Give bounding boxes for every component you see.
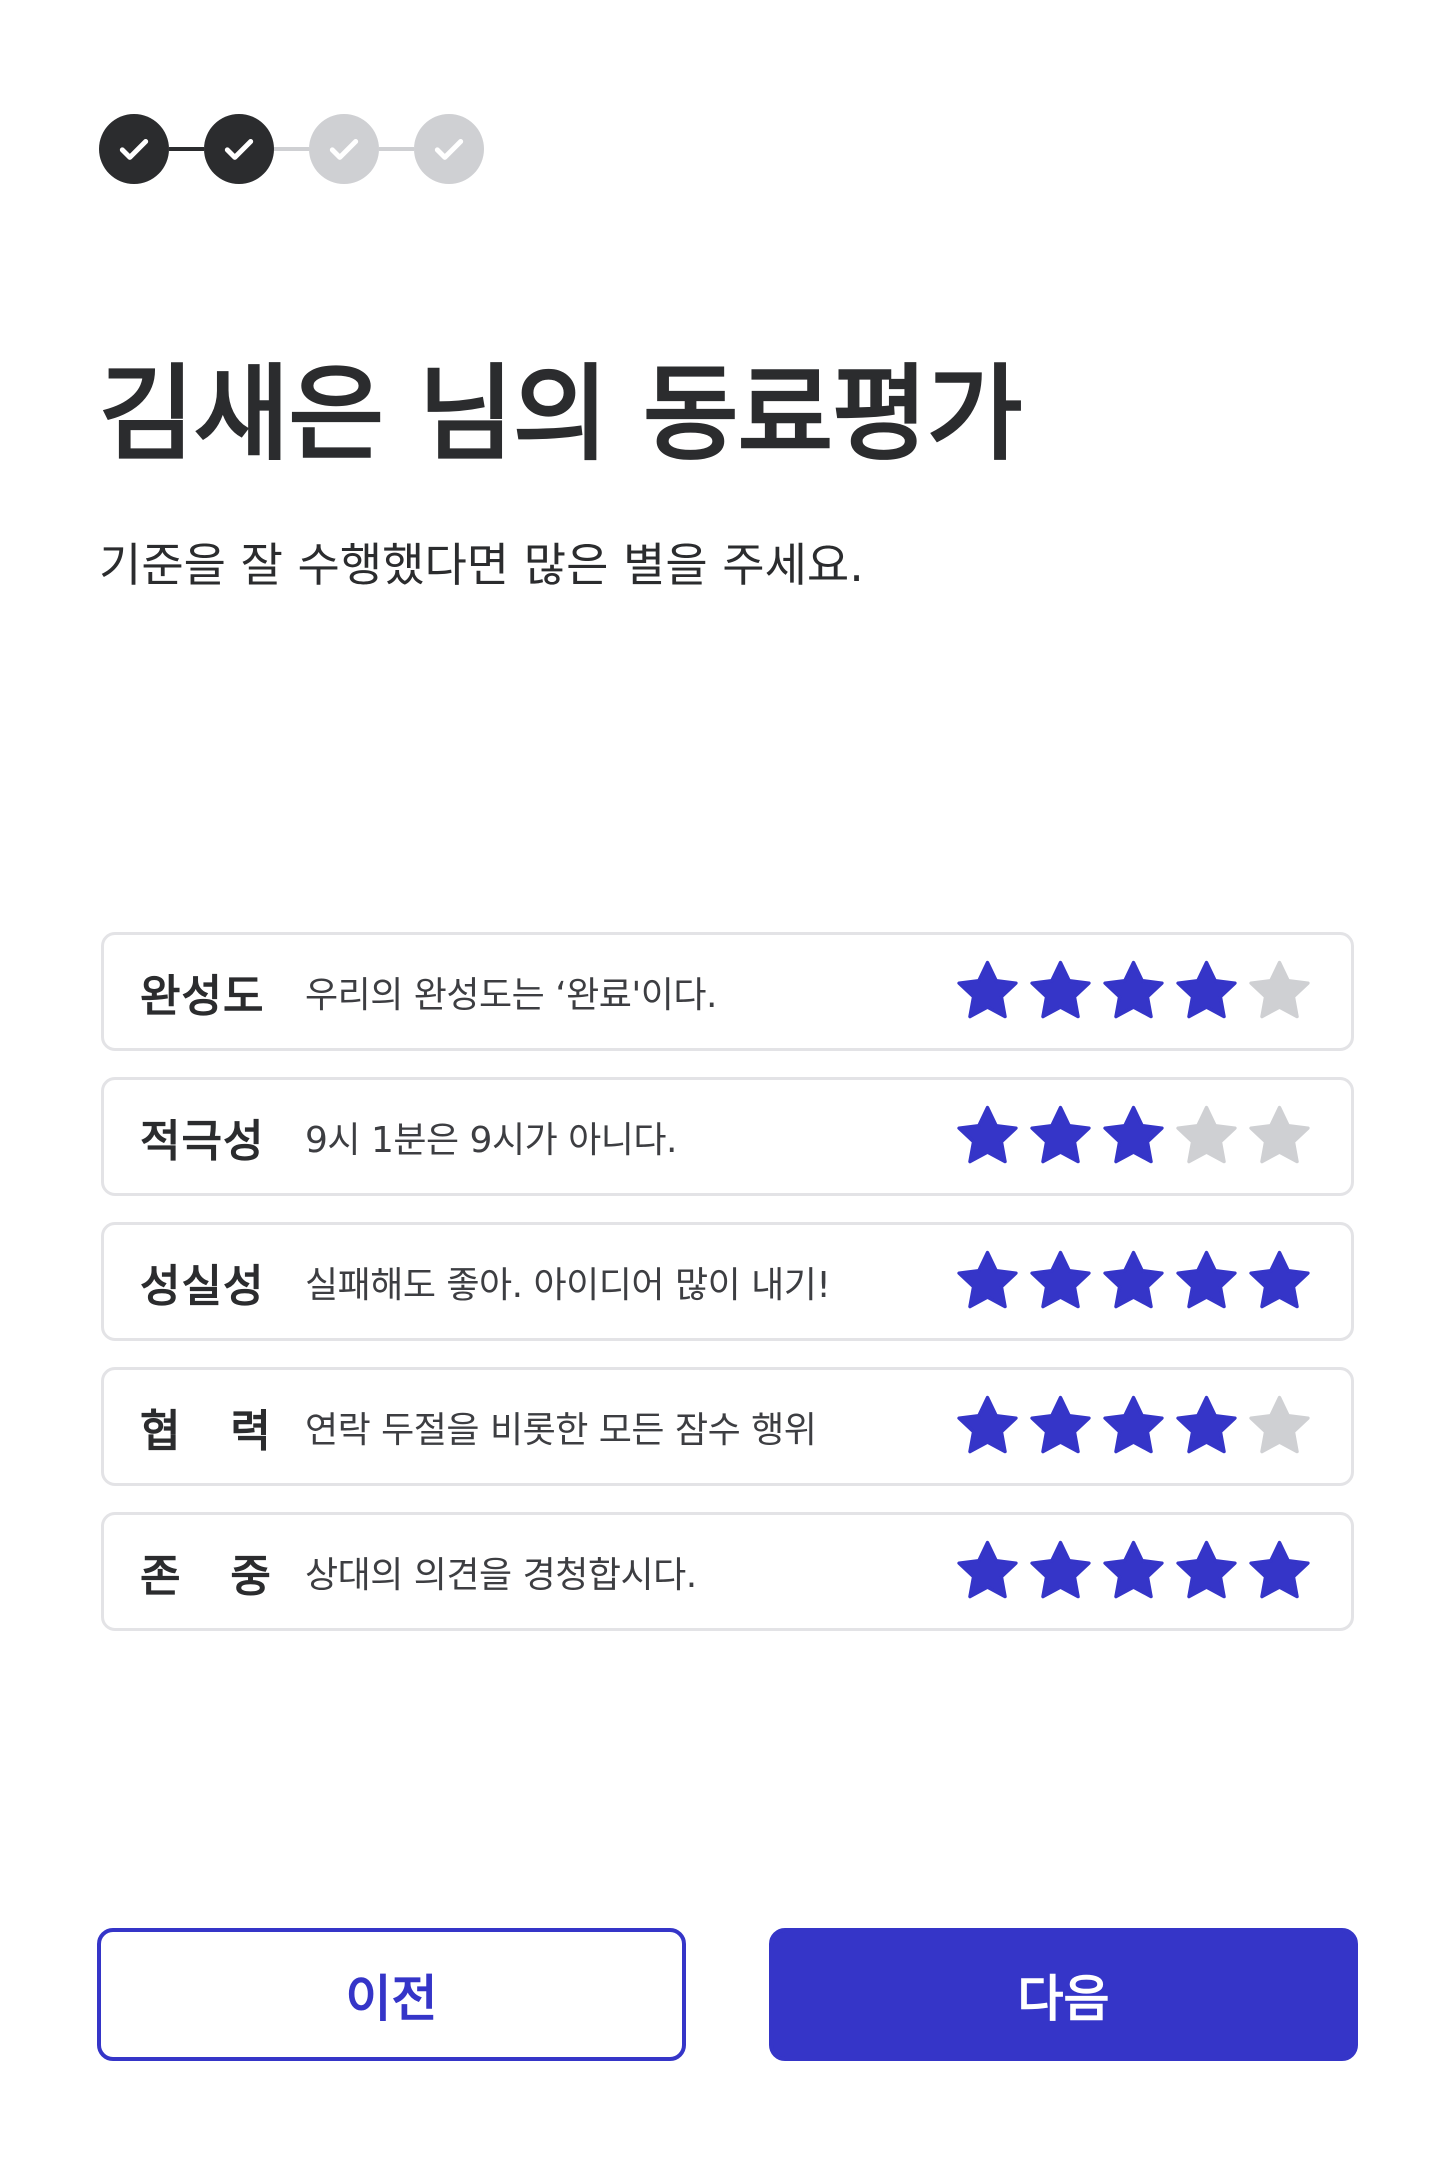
criterion-row-proactiveness: 적극성 9시 1분은 9시가 아니다.: [101, 1077, 1354, 1196]
criterion-description: 9시 1분은 9시가 아니다.: [305, 1119, 677, 1161]
star-filled-icon[interactable]: [1100, 1538, 1167, 1605]
check-icon: [119, 139, 149, 160]
star-filled-icon[interactable]: [1027, 1393, 1094, 1460]
criterion-row-respect: 존 중 상대의 의견을 경청합시다.: [101, 1512, 1354, 1631]
star-filled-icon[interactable]: [1027, 958, 1094, 1025]
check-icon: [224, 139, 254, 160]
criterion-row-completeness: 완성도 우리의 완성도는 ‘완료'이다.: [101, 932, 1354, 1051]
criterion-name: 성실성: [140, 1260, 265, 1312]
check-icon: [434, 139, 464, 160]
criterion-description: 우리의 완성도는 ‘완료'이다.: [305, 974, 718, 1016]
previous-button[interactable]: 이전: [97, 1928, 686, 2061]
criterion-description: 연락 두절을 비롯한 모든 잠수 행위: [305, 1409, 817, 1451]
criterion-name: 협 력: [140, 1405, 272, 1457]
star-filled-icon[interactable]: [1027, 1538, 1094, 1605]
criterion-row-sincerity: 성실성 실패해도 좋아. 아이디어 많이 내기!: [101, 1222, 1354, 1341]
star-filled-icon[interactable]: [954, 1248, 1021, 1315]
progress-stepper: [99, 114, 484, 184]
star-empty-icon[interactable]: [1246, 1103, 1313, 1170]
star-filled-icon[interactable]: [954, 1103, 1021, 1170]
star-rating[interactable]: [954, 1393, 1313, 1460]
step-connector: [274, 147, 309, 151]
star-rating[interactable]: [954, 1103, 1313, 1170]
step-2-indicator: [204, 114, 274, 184]
star-filled-icon[interactable]: [1100, 958, 1167, 1025]
star-filled-icon[interactable]: [1173, 1248, 1240, 1315]
star-filled-icon[interactable]: [1173, 1538, 1240, 1605]
criterion-name: 적극성: [140, 1115, 265, 1167]
star-filled-icon[interactable]: [954, 958, 1021, 1025]
page-subtitle: 기준을 잘 수행했다면 많은 별을 주세요.: [99, 538, 864, 592]
star-filled-icon[interactable]: [1246, 1538, 1313, 1605]
star-filled-icon[interactable]: [1027, 1248, 1094, 1315]
criterion-name: 존 중: [140, 1550, 272, 1602]
star-filled-icon[interactable]: [1246, 1248, 1313, 1315]
criterion-description: 상대의 의견을 경청합시다.: [305, 1554, 697, 1596]
step-3-indicator: [309, 114, 379, 184]
criterion-description: 실패해도 좋아. 아이디어 많이 내기!: [305, 1264, 831, 1306]
star-rating[interactable]: [954, 958, 1313, 1025]
star-filled-icon[interactable]: [1100, 1248, 1167, 1315]
star-filled-icon[interactable]: [1173, 1393, 1240, 1460]
star-filled-icon[interactable]: [954, 1538, 1021, 1605]
criterion-name: 완성도: [140, 970, 265, 1022]
step-connector: [169, 147, 204, 151]
step-4-indicator: [414, 114, 484, 184]
next-button[interactable]: 다음: [769, 1928, 1358, 2061]
star-empty-icon[interactable]: [1246, 1393, 1313, 1460]
star-empty-icon[interactable]: [1246, 958, 1313, 1025]
star-rating[interactable]: [954, 1538, 1313, 1605]
star-rating[interactable]: [954, 1248, 1313, 1315]
star-filled-icon[interactable]: [1100, 1393, 1167, 1460]
star-filled-icon[interactable]: [1100, 1103, 1167, 1170]
page-title: 김새은 님의 동료평가: [99, 353, 1023, 475]
star-filled-icon[interactable]: [1173, 958, 1240, 1025]
step-1-indicator: [99, 114, 169, 184]
star-filled-icon[interactable]: [954, 1393, 1021, 1460]
star-empty-icon[interactable]: [1173, 1103, 1240, 1170]
star-filled-icon[interactable]: [1027, 1103, 1094, 1170]
criterion-row-cooperation: 협 력 연락 두절을 비롯한 모든 잠수 행위: [101, 1367, 1354, 1486]
criteria-rating-list: 완성도 우리의 완성도는 ‘완료'이다. 적극성 9시 1분은 9시가 아니다.…: [101, 932, 1354, 1657]
check-icon: [329, 139, 359, 160]
step-connector: [379, 147, 414, 151]
